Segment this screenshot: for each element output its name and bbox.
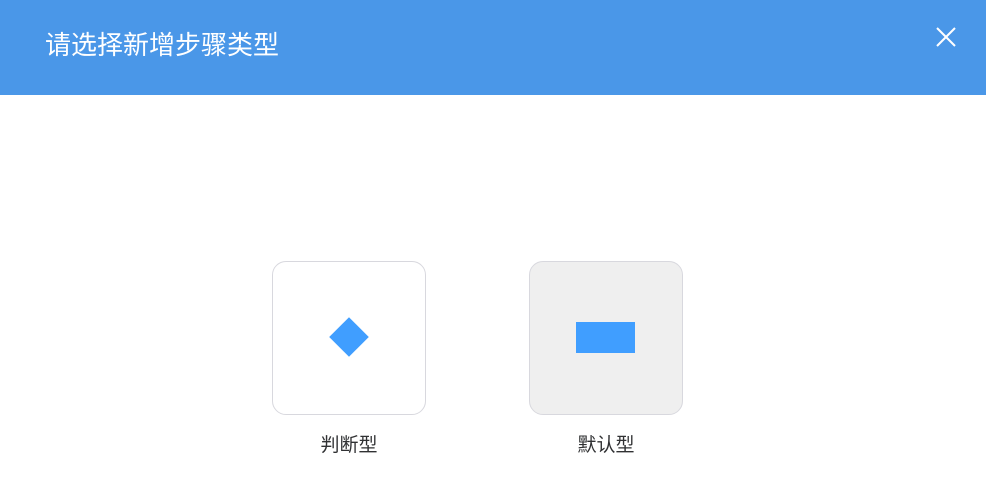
option-default-type[interactable]: 默认型 xyxy=(529,261,683,458)
option-card-decision[interactable] xyxy=(272,261,426,415)
dialog-header: 请选择新增步骤类型 xyxy=(0,0,986,95)
close-button[interactable] xyxy=(930,22,960,52)
close-icon xyxy=(936,27,956,47)
option-decision-type[interactable]: 判断型 xyxy=(272,261,426,458)
step-type-dialog: 请选择新增步骤类型 判断型 默认型 xyxy=(0,0,986,484)
option-card-default[interactable] xyxy=(529,261,683,415)
option-label-decision: 判断型 xyxy=(320,434,378,456)
dialog-title: 请选择新增步骤类型 xyxy=(45,31,280,61)
rectangle-icon xyxy=(576,322,635,353)
option-label-default: 默认型 xyxy=(577,434,635,456)
diamond-icon xyxy=(329,317,369,357)
